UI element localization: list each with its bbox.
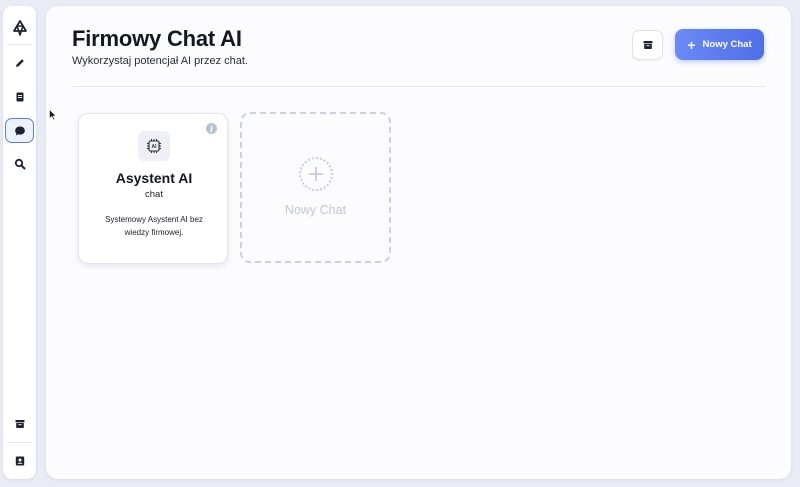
contact-book-icon <box>15 456 24 465</box>
archive-icon <box>643 41 652 49</box>
plus-icon: + <box>687 36 696 53</box>
ai-chip-icon: AI <box>138 131 170 161</box>
plus-circle-icon <box>299 157 333 191</box>
sidebar-divider <box>7 44 32 45</box>
sidebar-item-contacts[interactable] <box>5 448 34 473</box>
card-title: Asystent AI <box>115 170 193 186</box>
pencil-icon <box>15 58 24 67</box>
new-chat-button[interactable]: + Nowy Chat <box>675 29 764 60</box>
logo-icon[interactable] <box>5 15 34 40</box>
card-type: chat <box>145 189 163 200</box>
sidebar-item-documents[interactable] <box>5 84 34 109</box>
chat-bubble-icon <box>14 126 25 135</box>
sidebar-item-archive[interactable] <box>5 411 34 436</box>
sidebar-item-search[interactable] <box>5 151 34 176</box>
search-icon <box>14 158 25 169</box>
sidebar-divider <box>7 442 32 443</box>
chip-text: AI <box>152 144 158 150</box>
page-subtitle: Wykorzystaj potencjał AI przez chat. <box>72 55 248 67</box>
main-panel: Firmowy Chat AI Wykorzystaj potencjał AI… <box>46 6 791 479</box>
app-frame: Firmowy Chat AI Wykorzystaj potencjał AI… <box>0 0 800 487</box>
archive-icon <box>15 419 24 428</box>
info-icon[interactable]: i <box>206 123 217 134</box>
page-title: Firmowy Chat AI <box>72 26 242 51</box>
header-divider <box>72 86 765 87</box>
sidebar <box>3 6 36 479</box>
mouse-cursor-icon <box>49 109 57 121</box>
new-chat-label: Nowy Chat <box>702 39 752 50</box>
add-chat-label: Nowy Chat <box>284 203 347 217</box>
assistant-card[interactable]: AI i Asystent AI chat Systemowy Asystent… <box>78 113 228 264</box>
add-chat-card[interactable]: Nowy Chat <box>240 112 391 263</box>
card-description: Systemowy Asystent AI bez wiedzy firmowe… <box>105 215 203 237</box>
archive-button[interactable] <box>632 30 663 60</box>
sidebar-item-edit[interactable] <box>5 50 34 75</box>
document-icon <box>16 92 23 101</box>
sidebar-item-chat[interactable] <box>5 118 34 143</box>
